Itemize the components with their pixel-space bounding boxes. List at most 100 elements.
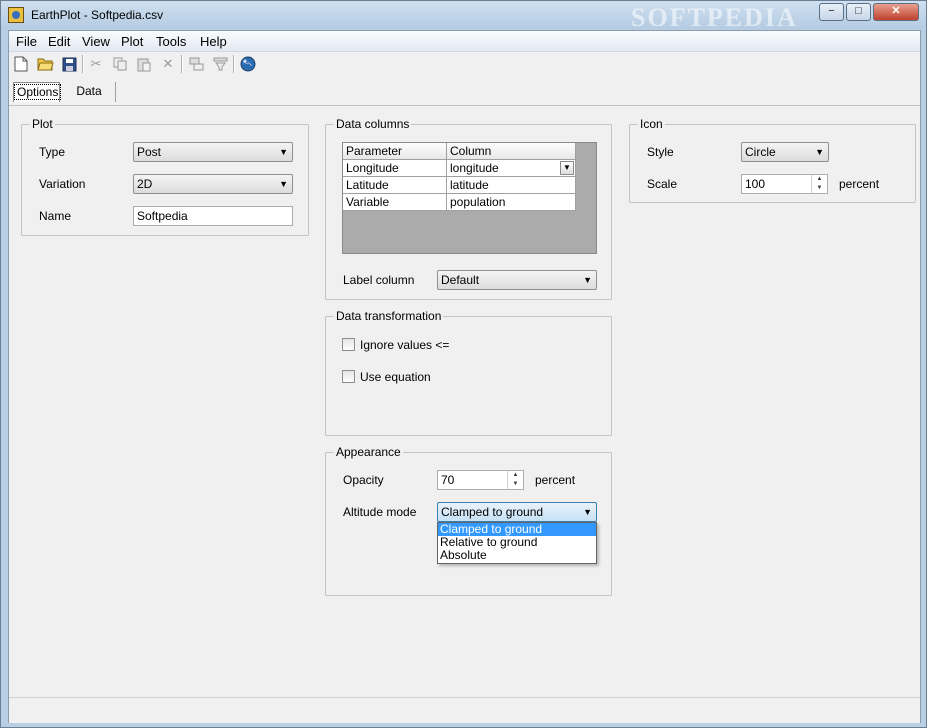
- grid-header-column[interactable]: Column: [447, 143, 576, 160]
- type-select-value: Post: [137, 145, 162, 159]
- data-columns-grid[interactable]: Parameter Column Longitude longitude ▼ L…: [342, 142, 597, 254]
- chevron-down-icon: ▼: [279, 179, 288, 189]
- grid-header-row: Parameter Column: [343, 143, 576, 160]
- altitude-mode-label: Altitude mode: [343, 505, 417, 519]
- ignore-values-checkbox[interactable]: [342, 338, 355, 351]
- type-select[interactable]: Post ▼: [133, 142, 293, 162]
- tab-data-label: Data: [76, 84, 102, 98]
- grid-cell-parameter[interactable]: Longitude: [343, 160, 447, 177]
- open-folder-icon[interactable]: [36, 55, 54, 73]
- paste-icon[interactable]: [135, 55, 153, 73]
- toolbar-separator: [233, 55, 235, 73]
- minimize-button[interactable]: −: [819, 3, 844, 21]
- variation-select[interactable]: 2D ▼: [133, 174, 293, 194]
- label-column-value: Default: [441, 273, 480, 287]
- grid-cell-column[interactable]: latitude: [447, 177, 576, 194]
- altitude-mode-value: Clamped to ground: [441, 505, 544, 519]
- scale-unit: percent: [839, 177, 880, 191]
- new-file-icon[interactable]: [12, 55, 30, 73]
- ignore-values-label: Ignore values <=: [360, 338, 450, 352]
- spin-up-icon[interactable]: ▲: [812, 175, 827, 184]
- table-row: Variable population: [343, 194, 576, 211]
- name-label: Name: [39, 209, 72, 223]
- icon-group: Icon Style Circle ▼ Scale 100 ▲ ▼ percent: [629, 117, 916, 203]
- filter-icon[interactable]: [211, 55, 229, 73]
- menu-edit[interactable]: Edit: [48, 34, 70, 49]
- chevron-down-icon[interactable]: ▼: [560, 161, 574, 175]
- icon-group-legend: Icon: [638, 117, 665, 131]
- plot-group: Plot Type Post ▼ Variation 2D ▼ Name Softp…: [21, 117, 309, 236]
- label-column-label: Label column: [343, 273, 415, 287]
- altitude-mode-dropdown: Clamped to ground Relative to ground Abs…: [437, 522, 597, 564]
- table-row: Longitude longitude ▼: [343, 160, 576, 177]
- grid-cell-column[interactable]: population: [447, 194, 576, 211]
- use-equation-checkbox[interactable]: [342, 370, 355, 383]
- tab-strip: Options Data: [9, 77, 920, 105]
- window-title: EarthPlot - Softpedia.csv: [31, 8, 164, 22]
- chevron-down-icon: ▼: [279, 147, 288, 157]
- toolbar: ✂ ✕: [9, 52, 920, 76]
- style-select[interactable]: Circle ▼: [741, 142, 829, 162]
- scale-label: Scale: [647, 177, 678, 191]
- close-button[interactable]: ✕: [873, 3, 919, 21]
- tab-divider: [9, 105, 920, 106]
- grid-header-parameter[interactable]: Parameter: [343, 143, 447, 160]
- app-window: EarthPlot - Softpedia.csv SOFTPEDIA − □ …: [0, 0, 927, 728]
- watermark: SOFTPEDIA: [631, 3, 798, 32]
- maximize-button[interactable]: □: [846, 3, 871, 21]
- cut-icon[interactable]: ✂: [87, 55, 105, 73]
- tab-data[interactable]: Data: [63, 82, 116, 102]
- delete-icon[interactable]: ✕: [159, 55, 177, 73]
- style-select-value: Circle: [745, 145, 776, 159]
- data-columns-legend: Data columns: [334, 117, 412, 131]
- layer-icon[interactable]: [187, 55, 205, 73]
- tab-options-label: Options: [14, 84, 62, 100]
- title-bar[interactable]: EarthPlot - Softpedia.csv SOFTPEDIA − □ …: [1, 1, 926, 32]
- menu-help[interactable]: Help: [200, 34, 227, 49]
- menu-view[interactable]: View: [82, 34, 110, 49]
- name-input[interactable]: Softpedia: [133, 206, 293, 226]
- use-equation-label: Use equation: [360, 370, 431, 384]
- table-row: Latitude latitude: [343, 177, 576, 194]
- style-label: Style: [647, 145, 674, 159]
- copy-icon[interactable]: [111, 55, 129, 73]
- grid-cell-parameter[interactable]: Latitude: [343, 177, 447, 194]
- app-logo-icon: [8, 7, 24, 23]
- data-transformation-legend: Data transformation: [334, 309, 444, 323]
- scale-spinner[interactable]: 100 ▲ ▼: [741, 174, 828, 194]
- opacity-spinner[interactable]: 70 ▲ ▼: [437, 470, 524, 490]
- toolbar-separator: [181, 55, 183, 73]
- client-area: File Edit View Plot Tools Help ✂ ✕ Optio…: [8, 30, 921, 723]
- label-column-select[interactable]: Default ▼: [437, 270, 597, 290]
- appearance-legend: Appearance: [334, 445, 403, 459]
- opacity-value: 70: [441, 473, 455, 487]
- menu-file[interactable]: File: [16, 34, 37, 49]
- chevron-down-icon: ▼: [815, 147, 824, 157]
- dropdown-option-absolute[interactable]: Absolute: [438, 549, 596, 562]
- type-label: Type: [39, 145, 66, 159]
- save-disk-icon[interactable]: [60, 55, 78, 73]
- altitude-mode-select[interactable]: Clamped to ground ▼: [437, 502, 597, 522]
- spin-up-icon[interactable]: ▲: [508, 471, 523, 480]
- grid-cell-column[interactable]: longitude ▼: [447, 160, 576, 177]
- chevron-down-icon: ▼: [583, 507, 592, 517]
- toolbar-separator: [82, 55, 84, 73]
- opacity-unit: percent: [535, 473, 576, 487]
- scale-value: 100: [745, 177, 766, 191]
- grid-cell-parameter[interactable]: Variable: [343, 194, 447, 211]
- menu-plot[interactable]: Plot: [121, 34, 143, 49]
- spin-down-icon[interactable]: ▼: [812, 184, 827, 193]
- opacity-label: Opacity: [343, 473, 384, 487]
- spin-down-icon[interactable]: ▼: [508, 480, 523, 489]
- menu-bar: File Edit View Plot Tools Help: [9, 31, 920, 52]
- chevron-down-icon: ▼: [583, 275, 592, 285]
- tab-options[interactable]: Options: [13, 82, 62, 102]
- grid-cell-column-value: longitude: [450, 161, 499, 175]
- data-transformation-group: Data transformation Ignore values <= Use…: [325, 309, 612, 436]
- variation-select-value: 2D: [137, 177, 153, 191]
- menu-tools[interactable]: Tools: [156, 34, 186, 49]
- data-columns-group: Data columns Parameter Column Longitude …: [325, 117, 612, 300]
- globe-icon[interactable]: [239, 55, 257, 73]
- variation-label: Variation: [39, 177, 86, 191]
- status-bar: [9, 697, 920, 723]
